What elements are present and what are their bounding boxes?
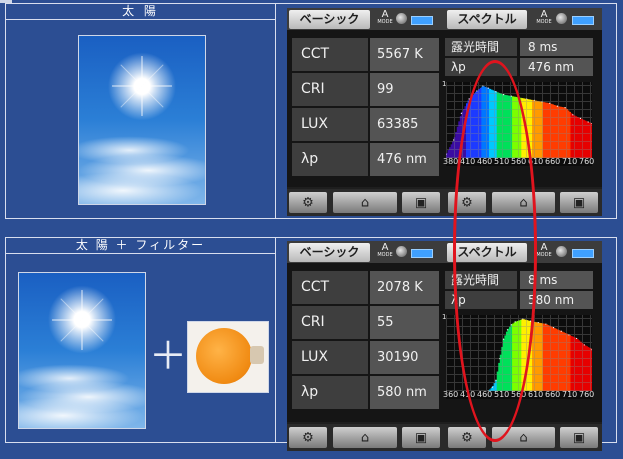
a-mode-indicator[interactable]: A MODE (533, 10, 555, 28)
home-button[interactable]: ⌂ (333, 192, 397, 213)
save-icon: ▣ (414, 195, 428, 210)
info-value: 8 ms (520, 38, 593, 56)
meter-header: ベーシック A MODE スペクトル A MODE (287, 241, 602, 263)
knob-icon (396, 13, 407, 24)
orange-filter-photo (187, 321, 269, 393)
row-value: 5567 K (370, 38, 439, 71)
row-value: 99 (370, 73, 439, 106)
x-tick-label: 710 (562, 390, 578, 399)
save-button[interactable]: ▣ (402, 427, 440, 448)
info-label: 露光時間 (445, 38, 517, 56)
row-value: 476 nm (370, 143, 439, 176)
filter-disc (196, 328, 252, 384)
knob-icon (556, 13, 567, 24)
row-label: LUX (292, 341, 368, 374)
row-lux: LUX 63385 (292, 108, 439, 141)
battery-icon (572, 249, 594, 258)
sky-photo (78, 35, 206, 205)
info-exposure: 露光時間 8 ms (445, 38, 593, 56)
a-mode-indicator[interactable]: A MODE (374, 10, 396, 28)
row-value: 63385 (370, 108, 439, 141)
meter-header: ベーシック A MODE スペクトル A MODE (287, 8, 602, 30)
gear-icon: ⚙ (302, 195, 314, 210)
row-lambda: λp 476 nm (292, 143, 439, 176)
filter-tab (250, 346, 264, 364)
save-button[interactable]: ▣ (402, 192, 440, 213)
row-label: LUX (292, 108, 368, 141)
row-label: CCT (292, 38, 368, 71)
section-title: 太 陽 ＋ フィルター (6, 238, 276, 254)
sky-photo (18, 272, 146, 429)
row-cct: CCT 5567 K (292, 38, 439, 71)
x-tick-label: 760 (579, 157, 595, 166)
row-value: 580 nm (370, 376, 439, 409)
battery-icon (411, 249, 433, 258)
row-value: 30190 (370, 341, 439, 374)
x-tick-label: 380 (443, 157, 459, 166)
settings-button[interactable]: ⚙ (289, 192, 327, 213)
highlight-ellipse (453, 60, 537, 442)
tab-basic[interactable]: ベーシック (289, 10, 370, 29)
a-mode-indicator[interactable]: A MODE (374, 243, 396, 261)
y-tick-label: 1 (442, 313, 447, 321)
meter-toolbar: ⚙ ⌂ ▣ ⚙ ⌂ ▣ (287, 424, 602, 451)
home-icon: ⌂ (519, 430, 528, 445)
row-label: λp (292, 376, 368, 409)
x-tick-label: 660 (545, 157, 561, 166)
row-label: CRI (292, 306, 368, 339)
row-lux: LUX 30190 (292, 341, 439, 374)
meter-toolbar: ⚙ ⌂ ▣ ⚙ ⌂ ▣ (287, 189, 602, 216)
save-button[interactable]: ▣ (560, 427, 598, 448)
x-tick-label: 760 (579, 390, 595, 399)
tab-basic[interactable]: ベーシック (289, 243, 370, 262)
battery-icon (572, 16, 594, 25)
home-button[interactable]: ⌂ (333, 427, 397, 448)
row-label: CCT (292, 271, 368, 304)
save-icon: ▣ (572, 195, 586, 210)
x-tick-label: 710 (562, 157, 578, 166)
meter-body: CCT 5567 K CRI 99 LUX 63385 λp 476 nm 露光時間 8 … (287, 30, 602, 187)
row-cri: CRI 99 (292, 73, 439, 106)
plus-sign: ＋ (149, 334, 188, 378)
home-icon: ⌂ (360, 430, 370, 445)
knob-icon (556, 246, 567, 257)
row-value: 55 (370, 306, 439, 339)
y-tick-label: 1 (442, 80, 447, 88)
row-value: 2078 K (370, 271, 439, 304)
save-icon: ▣ (414, 430, 428, 445)
settings-button[interactable]: ⚙ (289, 427, 327, 448)
info-lambda: λp 476 nm (445, 58, 593, 76)
x-tick-label: 360 (443, 390, 459, 399)
x-tick-label: 610 (528, 390, 544, 399)
meter-screen-1: ベーシック A MODE スペクトル A MODE CCT 5567 K CRI 99 … (287, 8, 602, 216)
row-lambda: λp 580 nm (292, 376, 439, 409)
row-cct: CCT 2078 K (292, 271, 439, 304)
section-title: 太 陽 (6, 4, 276, 20)
home-icon: ⌂ (360, 195, 370, 210)
x-tick-label: 660 (545, 390, 561, 399)
photo-area (6, 20, 276, 218)
sun-icon (52, 289, 112, 350)
knob-icon (396, 246, 407, 257)
battery-icon (411, 16, 433, 25)
tab-spectrum[interactable]: スペクトル (447, 10, 527, 29)
row-label: λp (292, 143, 368, 176)
photo-area: ＋ (6, 254, 276, 442)
meter-screen-2: ベーシック A MODE スペクトル A MODE CCT 2078 K CRI 55 … (287, 241, 602, 451)
gear-icon: ⚙ (461, 430, 473, 445)
gear-icon: ⚙ (302, 430, 314, 445)
info-value: 476 nm (520, 58, 593, 76)
save-button[interactable]: ▣ (560, 192, 598, 213)
row-cri: CRI 55 (292, 306, 439, 339)
meter-body: CCT 2078 K CRI 55 LUX 30190 λp 580 nm 露光時間 8 … (287, 263, 602, 422)
row-label: CRI (292, 73, 368, 106)
sun-icon (112, 56, 172, 117)
save-icon: ▣ (572, 430, 586, 445)
